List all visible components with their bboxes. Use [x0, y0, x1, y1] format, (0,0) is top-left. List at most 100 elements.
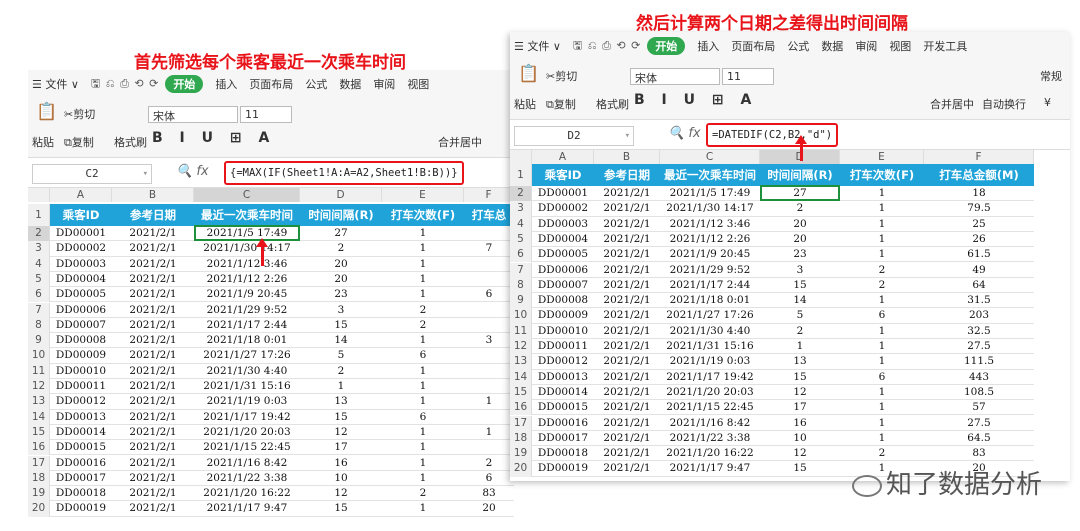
column-title[interactable]: 打车次数(F) [382, 204, 464, 226]
table-cell[interactable]: 57 [924, 400, 1034, 415]
table-cell[interactable]: 25 [924, 217, 1034, 232]
table-cell[interactable]: 17 [760, 400, 840, 415]
formula-input[interactable]: =DATEDIF(C2,B2,"d") [706, 123, 839, 147]
table-cell[interactable]: 2021/1/17 2:44 [194, 318, 300, 333]
table-cell[interactable]: 1 [382, 287, 464, 302]
table-cell[interactable]: 1 [840, 324, 924, 339]
row-number[interactable]: 7 [28, 302, 50, 318]
table-cell[interactable]: DD00006 [50, 303, 112, 318]
table-cell[interactable]: 1 [840, 232, 924, 247]
table-cell[interactable]: 2021/2/1 [594, 354, 660, 369]
font-select[interactable]: 宋体 [630, 68, 720, 85]
table-cell[interactable]: 2021/1/30 4:40 [660, 324, 760, 339]
row-number[interactable]: 2 [28, 226, 50, 242]
table-cell[interactable]: DD00016 [532, 416, 594, 431]
column-header-e[interactable]: E [382, 188, 464, 202]
table-cell[interactable]: 1 [382, 471, 464, 486]
table-cell[interactable]: 15 [300, 501, 382, 516]
table-cell[interactable]: 108.5 [924, 385, 1034, 400]
table-cell[interactable]: 2 [382, 303, 464, 318]
table-cell[interactable]: 2 [840, 263, 924, 278]
table-cell[interactable]: 2021/2/1 [112, 241, 194, 256]
select-all-corner[interactable] [510, 150, 532, 164]
table-cell[interactable]: 2 [300, 364, 382, 379]
table-cell[interactable]: 2021/1/30 4:40 [194, 364, 300, 379]
tab-developer[interactable]: 开发工具 [923, 38, 967, 54]
column-title[interactable]: 最近一次乘车时间 [660, 164, 760, 186]
column-header-e[interactable]: E [840, 150, 924, 164]
column-header-a[interactable]: A [532, 150, 594, 164]
table-cell[interactable] [464, 348, 514, 363]
table-cell[interactable]: 23 [760, 247, 840, 262]
table-cell[interactable]: 2021/2/1 [594, 324, 660, 339]
selected-cell[interactable] [760, 185, 840, 202]
tab-page-layout[interactable]: 页面布局 [249, 76, 293, 92]
table-cell[interactable]: 23 [300, 287, 382, 302]
table-cell[interactable]: 2 [760, 201, 840, 216]
tab-review[interactable]: 审阅 [373, 76, 395, 92]
font-size-select[interactable]: 11 [240, 106, 292, 123]
table-cell[interactable]: 2021/2/1 [112, 440, 194, 455]
table-cell[interactable]: DD00013 [50, 410, 112, 425]
table-cell[interactable]: 2021/1/20 20:03 [194, 425, 300, 440]
table-cell[interactable]: DD00002 [532, 201, 594, 216]
table-cell[interactable]: DD00006 [532, 263, 594, 278]
row-number[interactable]: 8 [28, 317, 50, 334]
table-cell[interactable]: 2021/1/27 17:26 [194, 348, 300, 363]
table-cell[interactable]: 2021/2/1 [112, 410, 194, 425]
table-cell[interactable]: 2021/1/20 20:03 [660, 385, 760, 400]
table-cell[interactable]: DD00010 [532, 324, 594, 339]
row-number[interactable]: 13 [28, 394, 50, 410]
table-cell[interactable]: 15 [760, 370, 840, 385]
selected-cell[interactable] [194, 225, 300, 242]
row-number[interactable]: 4 [28, 256, 50, 272]
table-cell[interactable]: 15 [300, 410, 382, 425]
table-cell[interactable]: 1 [840, 247, 924, 262]
table-cell[interactable]: 2021/2/1 [594, 186, 660, 201]
table-cell[interactable]: 64 [924, 278, 1034, 293]
table-cell[interactable]: 2 [300, 241, 382, 256]
table-cell[interactable]: 2021/2/1 [112, 318, 194, 333]
table-cell[interactable]: 13 [300, 394, 382, 409]
table-cell[interactable]: 2 [840, 278, 924, 293]
table-cell[interactable]: 20 [760, 217, 840, 232]
table-cell[interactable]: DD00016 [50, 456, 112, 471]
row-number[interactable]: 9 [510, 293, 532, 309]
table-cell[interactable]: 2021/1/12 2:26 [660, 232, 760, 247]
table-cell[interactable]: DD00007 [532, 278, 594, 293]
column-header-f[interactable]: F [464, 188, 514, 202]
table-cell[interactable]: 83 [924, 446, 1034, 461]
row-number[interactable]: 9 [28, 333, 50, 349]
tab-insert[interactable]: 插入 [697, 38, 719, 54]
row-number[interactable]: 12 [28, 379, 50, 395]
table-cell[interactable]: DD00005 [50, 287, 112, 302]
table-cell[interactable]: 2021/1/15 22:45 [194, 440, 300, 455]
table-cell[interactable]: 20 [300, 257, 382, 272]
tab-view[interactable]: 视图 [889, 38, 911, 54]
row-number[interactable]: 5 [510, 231, 532, 248]
table-cell[interactable]: 3 [760, 263, 840, 278]
table-cell[interactable]: 2021/2/1 [594, 370, 660, 385]
table-cell[interactable]: 2021/1/16 8:42 [660, 416, 760, 431]
table-cell[interactable]: 443 [924, 370, 1034, 385]
table-cell[interactable]: 3 [464, 333, 514, 348]
tab-page-layout[interactable]: 页面布局 [731, 38, 775, 54]
table-cell[interactable]: 2021/2/1 [594, 416, 660, 431]
table-cell[interactable]: DD00004 [532, 232, 594, 247]
table-cell[interactable]: 2021/2/1 [594, 247, 660, 262]
table-cell[interactable]: 6 [840, 308, 924, 323]
table-cell[interactable]: 1 [382, 333, 464, 348]
paste-icon[interactable]: 📋 [518, 64, 539, 84]
table-cell[interactable]: 14 [760, 293, 840, 308]
table-cell[interactable]: 2021/1/15 22:45 [660, 400, 760, 415]
table-cell[interactable]: DD00015 [50, 440, 112, 455]
table-cell[interactable]: 2 [464, 456, 514, 471]
font-select[interactable]: 宋体 [148, 106, 238, 123]
column-title[interactable]: 参考日期 [594, 164, 660, 186]
tab-insert[interactable]: 插入 [215, 76, 237, 92]
row-number[interactable]: 15 [28, 424, 50, 441]
column-title[interactable]: 打车总金额(M) [924, 164, 1034, 186]
table-cell[interactable]: 2021/1/18 0:01 [660, 293, 760, 308]
table-cell[interactable]: 1 [382, 379, 464, 394]
table-cell[interactable]: 15 [300, 318, 382, 333]
